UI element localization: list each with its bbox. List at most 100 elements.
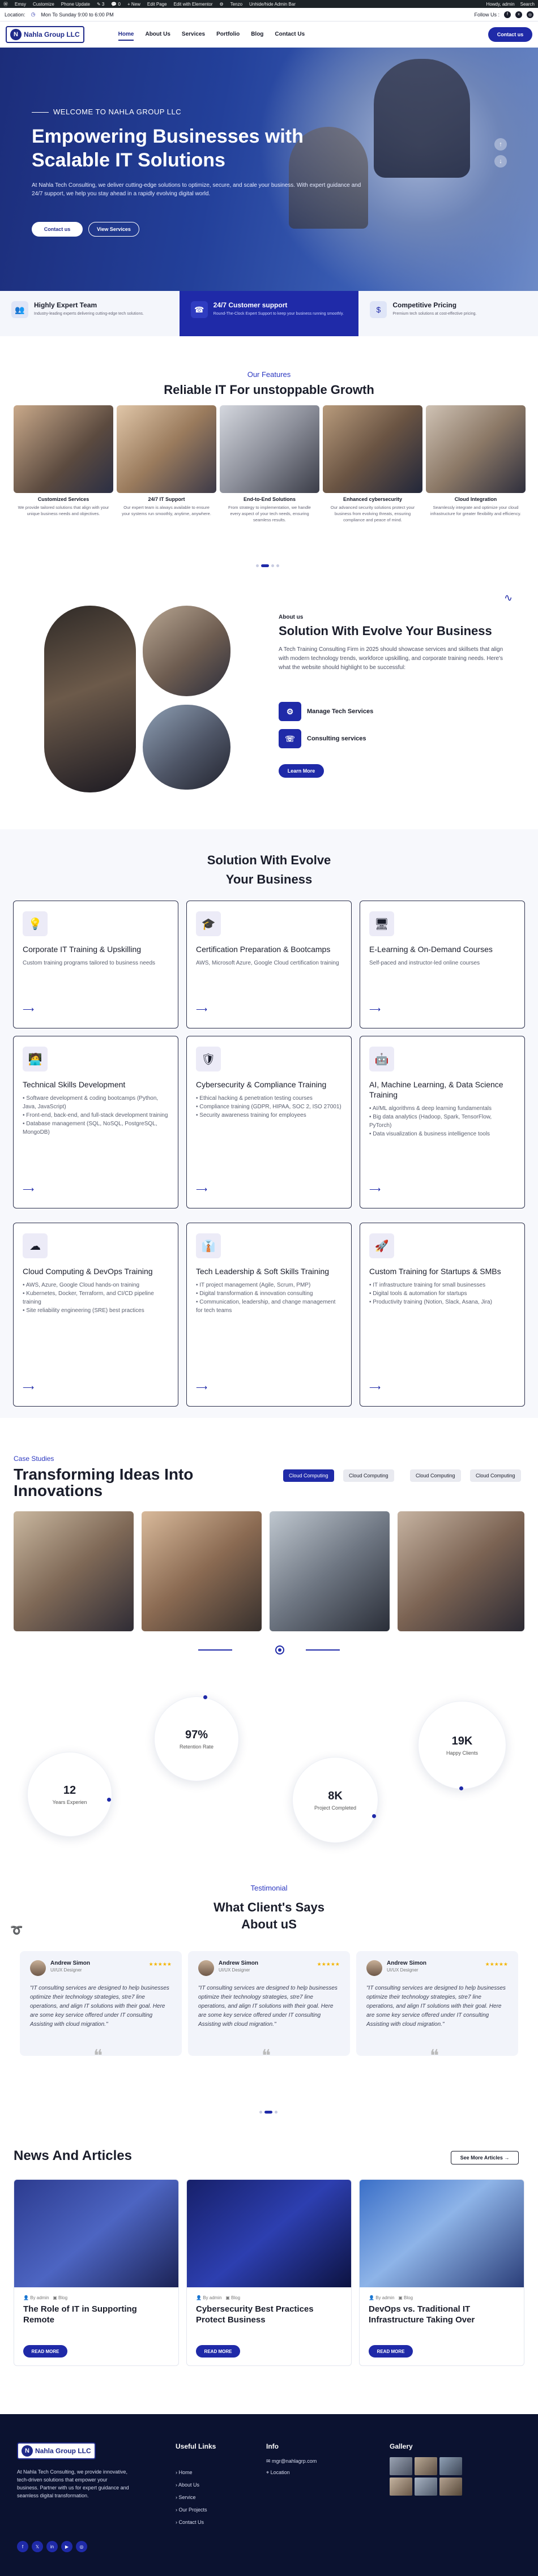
solution-card[interactable]: ☁ Cloud Computing & DevOps Training • AW… (13, 1223, 178, 1407)
footer-link-contact[interactable]: › Contact Us (176, 2519, 204, 2525)
tab-cloud-computing[interactable]: Cloud Computing (470, 1469, 521, 1482)
solution-card[interactable]: 👔 Tech Leadership & Soft Skills Training… (186, 1223, 352, 1407)
solution-card[interactable]: 💡 Corporate IT Training & Upskilling Cus… (13, 901, 178, 1028)
orbit-dot-icon (203, 1695, 207, 1699)
site-logo[interactable]: N Nahla Group LLC (6, 26, 84, 43)
news-meta: 👤 By admin ▣ Blog (196, 2295, 241, 2300)
arrow-right-icon[interactable]: ⟶ (196, 1185, 207, 1194)
feature-card[interactable]: Cloud Integration Seamlessly integrate a… (426, 405, 526, 535)
admin-search[interactable]: Search (520, 2, 535, 7)
arrow-right-icon[interactable]: ⟶ (196, 1383, 207, 1392)
hero-contact-button[interactable]: Contact us (32, 222, 83, 237)
news-headline[interactable]: Cybersecurity Best Practices Protect Bus… (187, 2304, 351, 2325)
logo-mark-icon: N (10, 29, 22, 40)
admin-item[interactable]: Customize (33, 2, 54, 7)
testimonial-dots[interactable] (259, 2111, 277, 2114)
solution-card[interactable]: 🎓 Certification Preparation & Bootcamps … (186, 901, 352, 1028)
feature-card[interactable]: End-to-End Solutions From strategy to im… (220, 405, 319, 535)
solution-card[interactable]: 🛡 Cybersecurity & Compliance Training • … (186, 1036, 352, 1208)
facebook-icon[interactable]: f (504, 11, 511, 18)
news-card[interactable]: 👤 By admin ▣ Blog Cybersecurity Best Pra… (186, 2179, 352, 2366)
arrow-right-icon[interactable]: ⟶ (369, 1383, 381, 1392)
arrow-right-icon[interactable]: ⟶ (196, 1005, 207, 1014)
solution-card[interactable]: 🖥 E-Learning & On-Demand Courses Self-pa… (360, 901, 525, 1028)
gallery-image[interactable] (415, 2478, 437, 2496)
footer-link-about[interactable]: › About Us (176, 2482, 199, 2488)
carousel-active-dot[interactable] (275, 1645, 284, 1655)
see-more-articles-button[interactable]: See More Articles → (451, 2151, 519, 2164)
admin-item[interactable]: Emsy (15, 2, 26, 7)
learn-more-button[interactable]: Learn More (279, 764, 324, 778)
nav-item-services[interactable]: Services (182, 29, 205, 41)
linkedin-icon[interactable]: in (46, 2541, 58, 2552)
solution-card[interactable]: 🚀 Custom Training for Startups & SMBs • … (360, 1223, 525, 1407)
news-card[interactable]: 👤 By admin ▣ Blog DevOps vs. Traditional… (359, 2179, 524, 2366)
instagram-icon[interactable]: ◎ (76, 2541, 87, 2552)
arrow-right-icon[interactable]: ⟶ (369, 1185, 381, 1194)
nav-contact-button[interactable]: Contact us (488, 27, 532, 42)
arrow-right-icon[interactable]: ⟶ (369, 1005, 381, 1014)
case-image[interactable] (14, 1511, 134, 1631)
admin-item[interactable]: Phone Update (61, 2, 90, 7)
gallery-image[interactable] (390, 2457, 412, 2475)
arrow-right-icon[interactable]: ⟶ (23, 1383, 34, 1392)
arrow-right-icon[interactable]: ⟶ (23, 1005, 34, 1014)
footer-link-home[interactable]: › Home (176, 2470, 193, 2475)
tab-cloud-computing[interactable]: Cloud Computing (343, 1469, 394, 1482)
graduation-cap-icon: 🎓 (196, 911, 221, 936)
case-image[interactable] (270, 1511, 390, 1631)
admin-item[interactable]: Unhide/hide Admin Bar (249, 2, 296, 7)
read-more-button[interactable]: READ MORE (23, 2345, 67, 2358)
gallery-image[interactable] (439, 2478, 462, 2496)
read-more-button[interactable]: READ MORE (196, 2345, 240, 2358)
feature-card[interactable]: Enhanced cybersecurity Our advanced secu… (323, 405, 422, 535)
carousel-dots[interactable] (256, 564, 279, 567)
x-icon[interactable]: 𝕏 (32, 2541, 43, 2552)
arrow-right-icon[interactable]: ⟶ (23, 1185, 34, 1194)
solution-card[interactable]: 🧑‍💻 Technical Skills Development • Softw… (13, 1036, 178, 1208)
admin-item[interactable]: Edit Page (147, 2, 167, 7)
instagram-icon[interactable]: ◎ (527, 11, 533, 18)
admin-item[interactable]: + New (127, 2, 140, 7)
gallery-image[interactable] (439, 2457, 462, 2475)
stat-clients: 19K Happy Clients (418, 1701, 506, 1790)
admin-item[interactable]: ⚙ (220, 2, 224, 7)
gallery-image[interactable] (415, 2457, 437, 2475)
nav-item-home[interactable]: Home (118, 29, 134, 41)
quote-icon: ❝ (430, 2047, 439, 2065)
nav-item-contact[interactable]: Contact Us (275, 29, 305, 41)
news-headline[interactable]: The Role of IT in Supporting Remote (14, 2304, 178, 2325)
card-text: • AI/ML algorithms & deep learning funda… (369, 1105, 492, 1137)
x-icon[interactable]: x (515, 11, 522, 18)
nav-item-portfolio[interactable]: Portfolio (216, 29, 240, 41)
footer-link-projects[interactable]: › Our Projects (176, 2507, 207, 2513)
slider-next-icon[interactable]: ↓ (494, 155, 507, 168)
footer-location: ⌖ Location (266, 2470, 290, 2475)
footer-email[interactable]: ✉ mgr@nahlagrp.com (266, 2458, 317, 2464)
news-headline[interactable]: DevOps vs. Traditional IT Infrastructure… (360, 2304, 524, 2325)
solution-card[interactable]: 🤖 AI, Machine Learning, & Data Science T… (360, 1036, 525, 1208)
case-image[interactable] (142, 1511, 262, 1631)
tab-cloud-computing[interactable]: Cloud Computing (410, 1469, 461, 1482)
slider-prev-icon[interactable]: ↑ (494, 138, 507, 151)
admin-item[interactable]: 💬 0 (111, 2, 121, 7)
footer-logo[interactable]: N Nahla Group LLC (17, 2442, 96, 2459)
howdy-link[interactable]: Howdy, admin (486, 2, 515, 7)
admin-item[interactable]: Edit with Elementor (174, 2, 213, 7)
read-more-button[interactable]: READ MORE (369, 2345, 413, 2358)
case-image[interactable] (398, 1511, 524, 1631)
nav-item-about[interactable]: About Us (145, 29, 170, 41)
news-card[interactable]: 👤 By admin ▣ Blog The Role of IT in Supp… (14, 2179, 179, 2366)
feature-card[interactable]: Customized Services We provide tailored … (14, 405, 113, 535)
footer-link-service[interactable]: › Service (176, 2494, 196, 2500)
youtube-icon[interactable]: ▶ (61, 2541, 72, 2552)
admin-item[interactable]: Ⓦ (3, 1, 8, 7)
facebook-icon[interactable]: f (17, 2541, 28, 2552)
admin-item[interactable]: ✎ 3 (97, 2, 104, 7)
nav-item-blog[interactable]: Blog (251, 29, 263, 41)
tab-cloud-computing[interactable]: Cloud Computing (283, 1469, 334, 1482)
feature-card[interactable]: 24/7 IT Support Our expert team is alway… (117, 405, 216, 535)
hero-services-button[interactable]: View Services (88, 222, 139, 237)
gallery-image[interactable] (390, 2478, 412, 2496)
admin-item[interactable]: Tenzo (230, 2, 242, 7)
